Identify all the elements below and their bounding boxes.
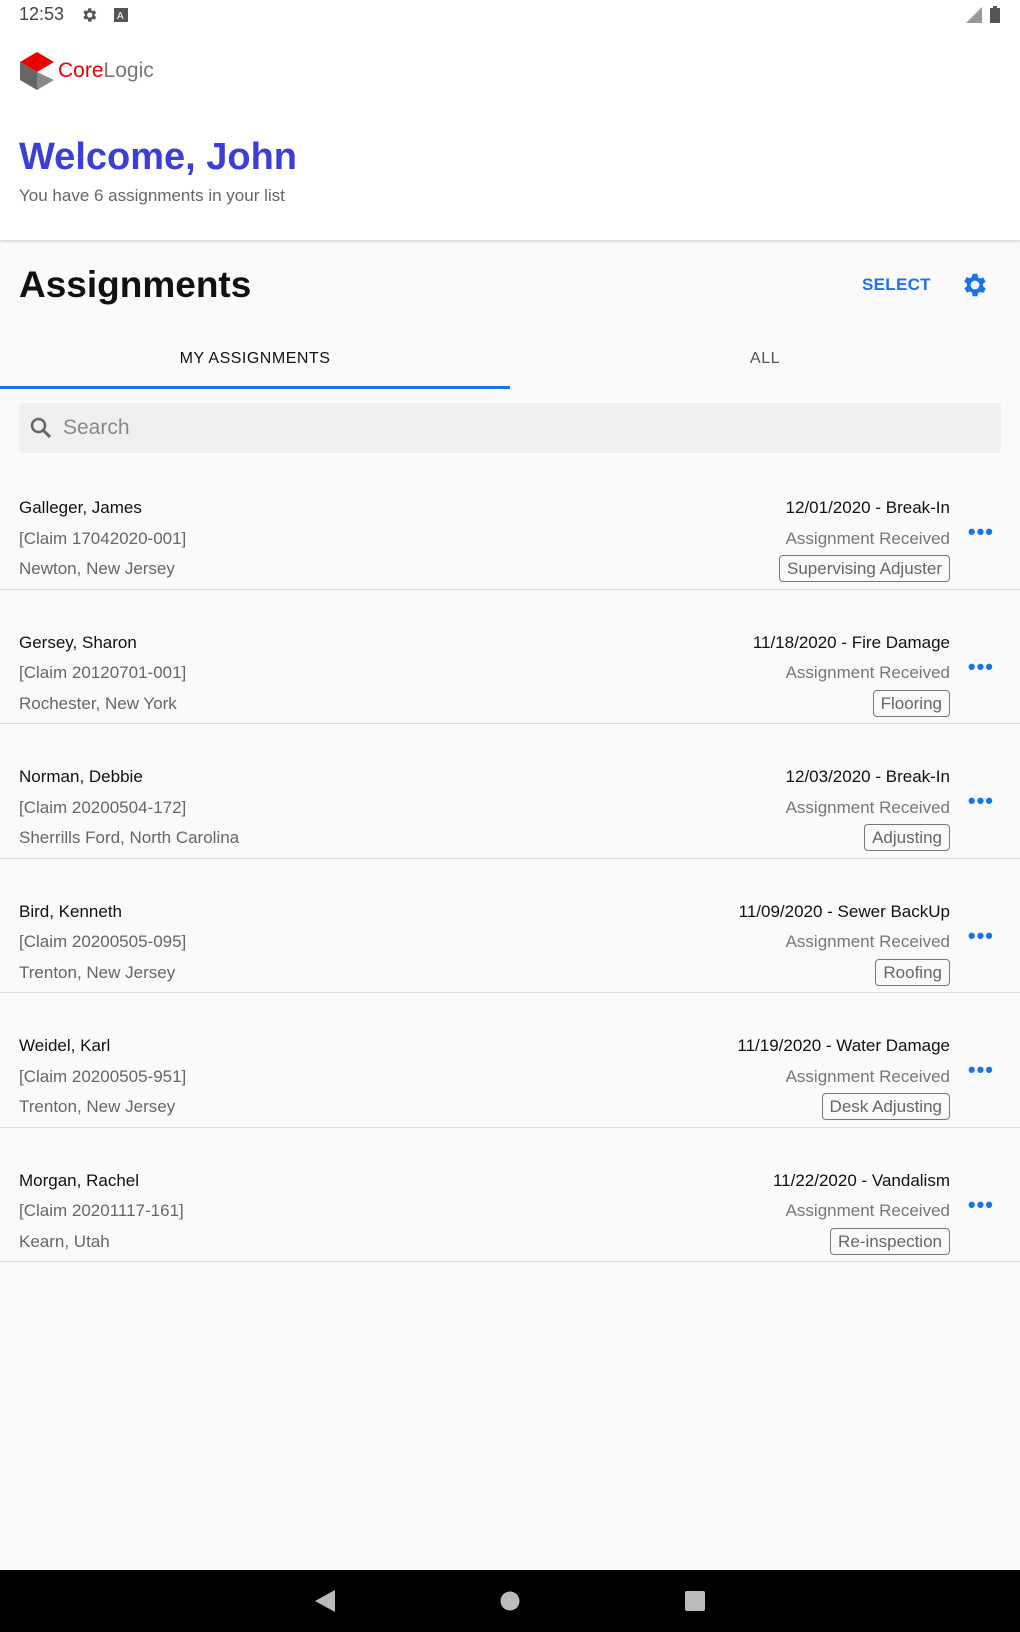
insured-name: Gersey, Sharon	[19, 632, 137, 652]
insured-name: Galleger, James	[19, 498, 142, 517]
location: Trenton, New Jersey	[19, 962, 176, 982]
tab-my-assignments[interactable]: MY ASSIGNMENTS	[0, 350, 510, 368]
assignment-status: Assignment Received	[785, 797, 950, 817]
more-options-icon[interactable]: •••	[968, 519, 994, 545]
date-loss-type: 12/01/2020 - Break-In	[785, 498, 950, 517]
recents-icon[interactable]	[685, 1591, 705, 1611]
assignment-left: Morgan, Rachel [Claim 20201117-161] Kear…	[19, 1166, 184, 1258]
assignment-right: 11/09/2020 - Sewer BackUp Assignment Rec…	[739, 897, 950, 989]
battery-icon	[990, 6, 1000, 23]
location: Newton, New Jersey	[19, 559, 175, 578]
assignment-right: 11/19/2020 - Water Damage Assignment Rec…	[737, 1031, 950, 1123]
role-tag: Desk Adjusting	[821, 1093, 950, 1120]
page-title: Assignments	[19, 264, 252, 305]
home-icon[interactable]	[500, 1591, 520, 1611]
date-loss-type: 11/18/2020 - Fire Damage	[752, 632, 950, 652]
font-notification-icon: A	[114, 7, 129, 22]
location: Sherrills Ford, North Carolina	[19, 828, 240, 847]
select-button[interactable]: SELECT	[862, 275, 931, 295]
tab-all[interactable]: ALL	[510, 350, 1020, 368]
search-icon	[30, 417, 52, 439]
settings-gear-icon[interactable]	[960, 270, 990, 300]
welcome-header: 12:53 A CoreLogic Welcome, John You have…	[0, 0, 1020, 240]
claim-number: [Claim 17042020-001]	[19, 528, 187, 548]
assignment-right: 11/18/2020 - Fire Damage Assignment Rece…	[753, 628, 950, 720]
assignment-left: Gersey, Sharon [Claim 20120701-001] Roch…	[19, 628, 186, 720]
assignment-status: Assignment Received	[785, 1066, 950, 1086]
status-right	[966, 6, 1000, 23]
insured-name: Bird, Kenneth	[19, 901, 123, 921]
date-loss-type: 11/19/2020 - Water Damage	[737, 1036, 950, 1055]
date-loss-type: 11/22/2020 - Vandalism	[772, 1170, 950, 1190]
more-options-icon[interactable]: •••	[968, 654, 994, 680]
assignment-row[interactable]: Gersey, Sharon [Claim 20120701-001] Roch…	[0, 590, 1020, 724]
more-options-icon[interactable]: •••	[968, 1057, 994, 1083]
assignment-left: Weidel, Karl [Claim 20200505-951] Trento…	[19, 1031, 186, 1123]
role-tag: Flooring	[872, 689, 950, 717]
assignment-list: Galleger, James [Claim 17042020-001] New…	[0, 455, 1020, 1262]
more-options-icon[interactable]: •••	[968, 788, 994, 814]
claim-number: [Claim 20200504-172]	[19, 797, 187, 817]
assignment-right: 12/01/2020 - Break-In Assignment Receive…	[779, 493, 950, 585]
assignment-row[interactable]: Norman, Debbie [Claim 20200504-172] Sher…	[0, 724, 1020, 859]
assignment-right: 12/03/2020 - Break-In Assignment Receive…	[786, 762, 950, 854]
assignment-right: 11/22/2020 - Vandalism Assignment Receiv…	[773, 1166, 950, 1258]
more-options-icon[interactable]: •••	[968, 923, 994, 949]
claim-number: [Claim 20200505-951]	[19, 1066, 187, 1086]
status-time: 12:53	[19, 4, 65, 24]
assignment-row[interactable]: Galleger, James [Claim 17042020-001] New…	[0, 455, 1020, 590]
signal-icon	[966, 6, 982, 23]
role-tag: Adjusting	[864, 824, 950, 851]
search-bar[interactable]	[19, 403, 1001, 453]
location: Trenton, New Jersey	[19, 1097, 176, 1116]
assignment-left: Galleger, James [Claim 17042020-001] New…	[19, 493, 186, 585]
location: Rochester, New York	[19, 693, 177, 713]
active-tab-indicator	[0, 386, 510, 389]
assignment-row[interactable]: Weidel, Karl [Claim 20200505-951] Trento…	[0, 993, 1020, 1128]
insured-name: Weidel, Karl	[19, 1036, 111, 1055]
android-nav-bar	[0, 1570, 1020, 1632]
claim-number: [Claim 20120701-001]	[19, 663, 187, 682]
date-loss-type: 11/09/2020 - Sewer BackUp	[738, 901, 950, 921]
assignment-status: Assignment Received	[785, 932, 950, 951]
claim-number: [Claim 20200505-095]	[19, 932, 187, 951]
assignment-status: Assignment Received	[785, 663, 950, 682]
role-tag: Roofing	[875, 958, 950, 986]
search-input[interactable]	[63, 416, 963, 440]
claim-number: [Claim 20201117-161]	[19, 1201, 184, 1220]
assignment-row[interactable]: Bird, Kenneth [Claim 20200505-095] Trent…	[0, 859, 1020, 993]
svg-text:A: A	[117, 11, 124, 22]
assignment-count-subtitle: You have 6 assignments in your list	[19, 186, 285, 205]
assignment-row[interactable]: Morgan, Rachel [Claim 20201117-161] Kear…	[0, 1128, 1020, 1262]
role-tag: Supervising Adjuster	[779, 555, 950, 582]
insured-name: Norman, Debbie	[19, 767, 143, 786]
logo-core-text: Core	[58, 59, 104, 82]
logo-cube-icon	[20, 52, 54, 90]
assignment-left: Norman, Debbie [Claim 20200504-172] Sher…	[19, 762, 239, 854]
corelogic-logo: CoreLogic	[20, 52, 154, 90]
insured-name: Morgan, Rachel	[19, 1170, 140, 1190]
status-bar: 12:53 A	[19, 4, 129, 25]
role-tag: Re-inspection	[830, 1227, 950, 1255]
assignment-left: Bird, Kenneth [Claim 20200505-095] Trent…	[19, 897, 186, 989]
more-options-icon[interactable]: •••	[968, 1192, 994, 1218]
back-icon[interactable]	[315, 1590, 335, 1612]
logo-logic-text: Logic	[103, 59, 154, 82]
welcome-title: Welcome, John	[19, 136, 298, 178]
date-loss-type: 12/03/2020 - Break-In	[785, 767, 950, 786]
assignment-status: Assignment Received	[785, 1201, 950, 1220]
settings-notification-icon	[83, 7, 97, 22]
assignment-status: Assignment Received	[785, 528, 950, 548]
location: Kearn, Utah	[19, 1231, 110, 1251]
